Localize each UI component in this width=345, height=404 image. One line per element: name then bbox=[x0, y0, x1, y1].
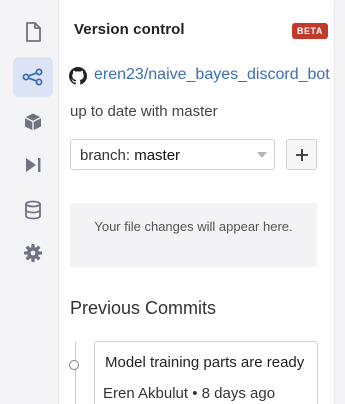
database-rail-button[interactable] bbox=[13, 190, 53, 230]
icon-rail bbox=[0, 0, 59, 404]
branch-selected-value: master bbox=[134, 147, 181, 164]
scrollbar[interactable] bbox=[334, 0, 345, 404]
sync-status-text: up to date with master bbox=[70, 103, 218, 120]
add-branch-button[interactable] bbox=[286, 139, 317, 170]
run-icon bbox=[26, 158, 41, 172]
commit-card[interactable]: Model training parts are ready Eren Akbu… bbox=[94, 341, 318, 404]
branch-select[interactable]: branch: master bbox=[70, 139, 275, 170]
commit-meta: Eren Akbulut • 8 days ago bbox=[103, 385, 276, 402]
version-control-panel: Version control BETA eren23/naive_bayes_… bbox=[59, 0, 334, 404]
database-icon bbox=[25, 200, 41, 220]
settings-rail-button[interactable] bbox=[13, 233, 53, 273]
github-icon bbox=[69, 67, 87, 85]
repo-link[interactable]: eren23/naive_bayes_discord_bot bbox=[94, 66, 330, 84]
previous-commits-heading: Previous Commits bbox=[70, 298, 217, 318]
version-control-rail-button[interactable] bbox=[13, 57, 53, 97]
plus-icon bbox=[295, 148, 308, 161]
file-changes-placeholder: Your file changes will appear here. bbox=[70, 203, 317, 267]
files-rail-button[interactable] bbox=[13, 12, 53, 52]
branch-prefix: branch: bbox=[80, 147, 135, 164]
panel-title: Version control bbox=[74, 21, 185, 38]
packages-rail-button[interactable] bbox=[13, 102, 53, 142]
version-control-icon bbox=[22, 68, 43, 86]
package-icon bbox=[24, 113, 42, 131]
gear-icon bbox=[24, 244, 42, 262]
commit-timeline-dot bbox=[69, 360, 79, 370]
beta-badge: BETA bbox=[292, 23, 328, 39]
commit-message: Model training parts are ready bbox=[105, 354, 305, 371]
chevron-down-icon bbox=[257, 152, 267, 158]
repo-row: eren23/naive_bayes_discord_bot bbox=[69, 66, 334, 86]
version-control-app: Version control BETA eren23/naive_bayes_… bbox=[0, 0, 345, 404]
branch-select-label: branch: master bbox=[80, 147, 180, 164]
commit-timeline-line bbox=[75, 342, 76, 404]
run-rail-button[interactable] bbox=[13, 145, 53, 185]
file-icon bbox=[26, 22, 41, 42]
